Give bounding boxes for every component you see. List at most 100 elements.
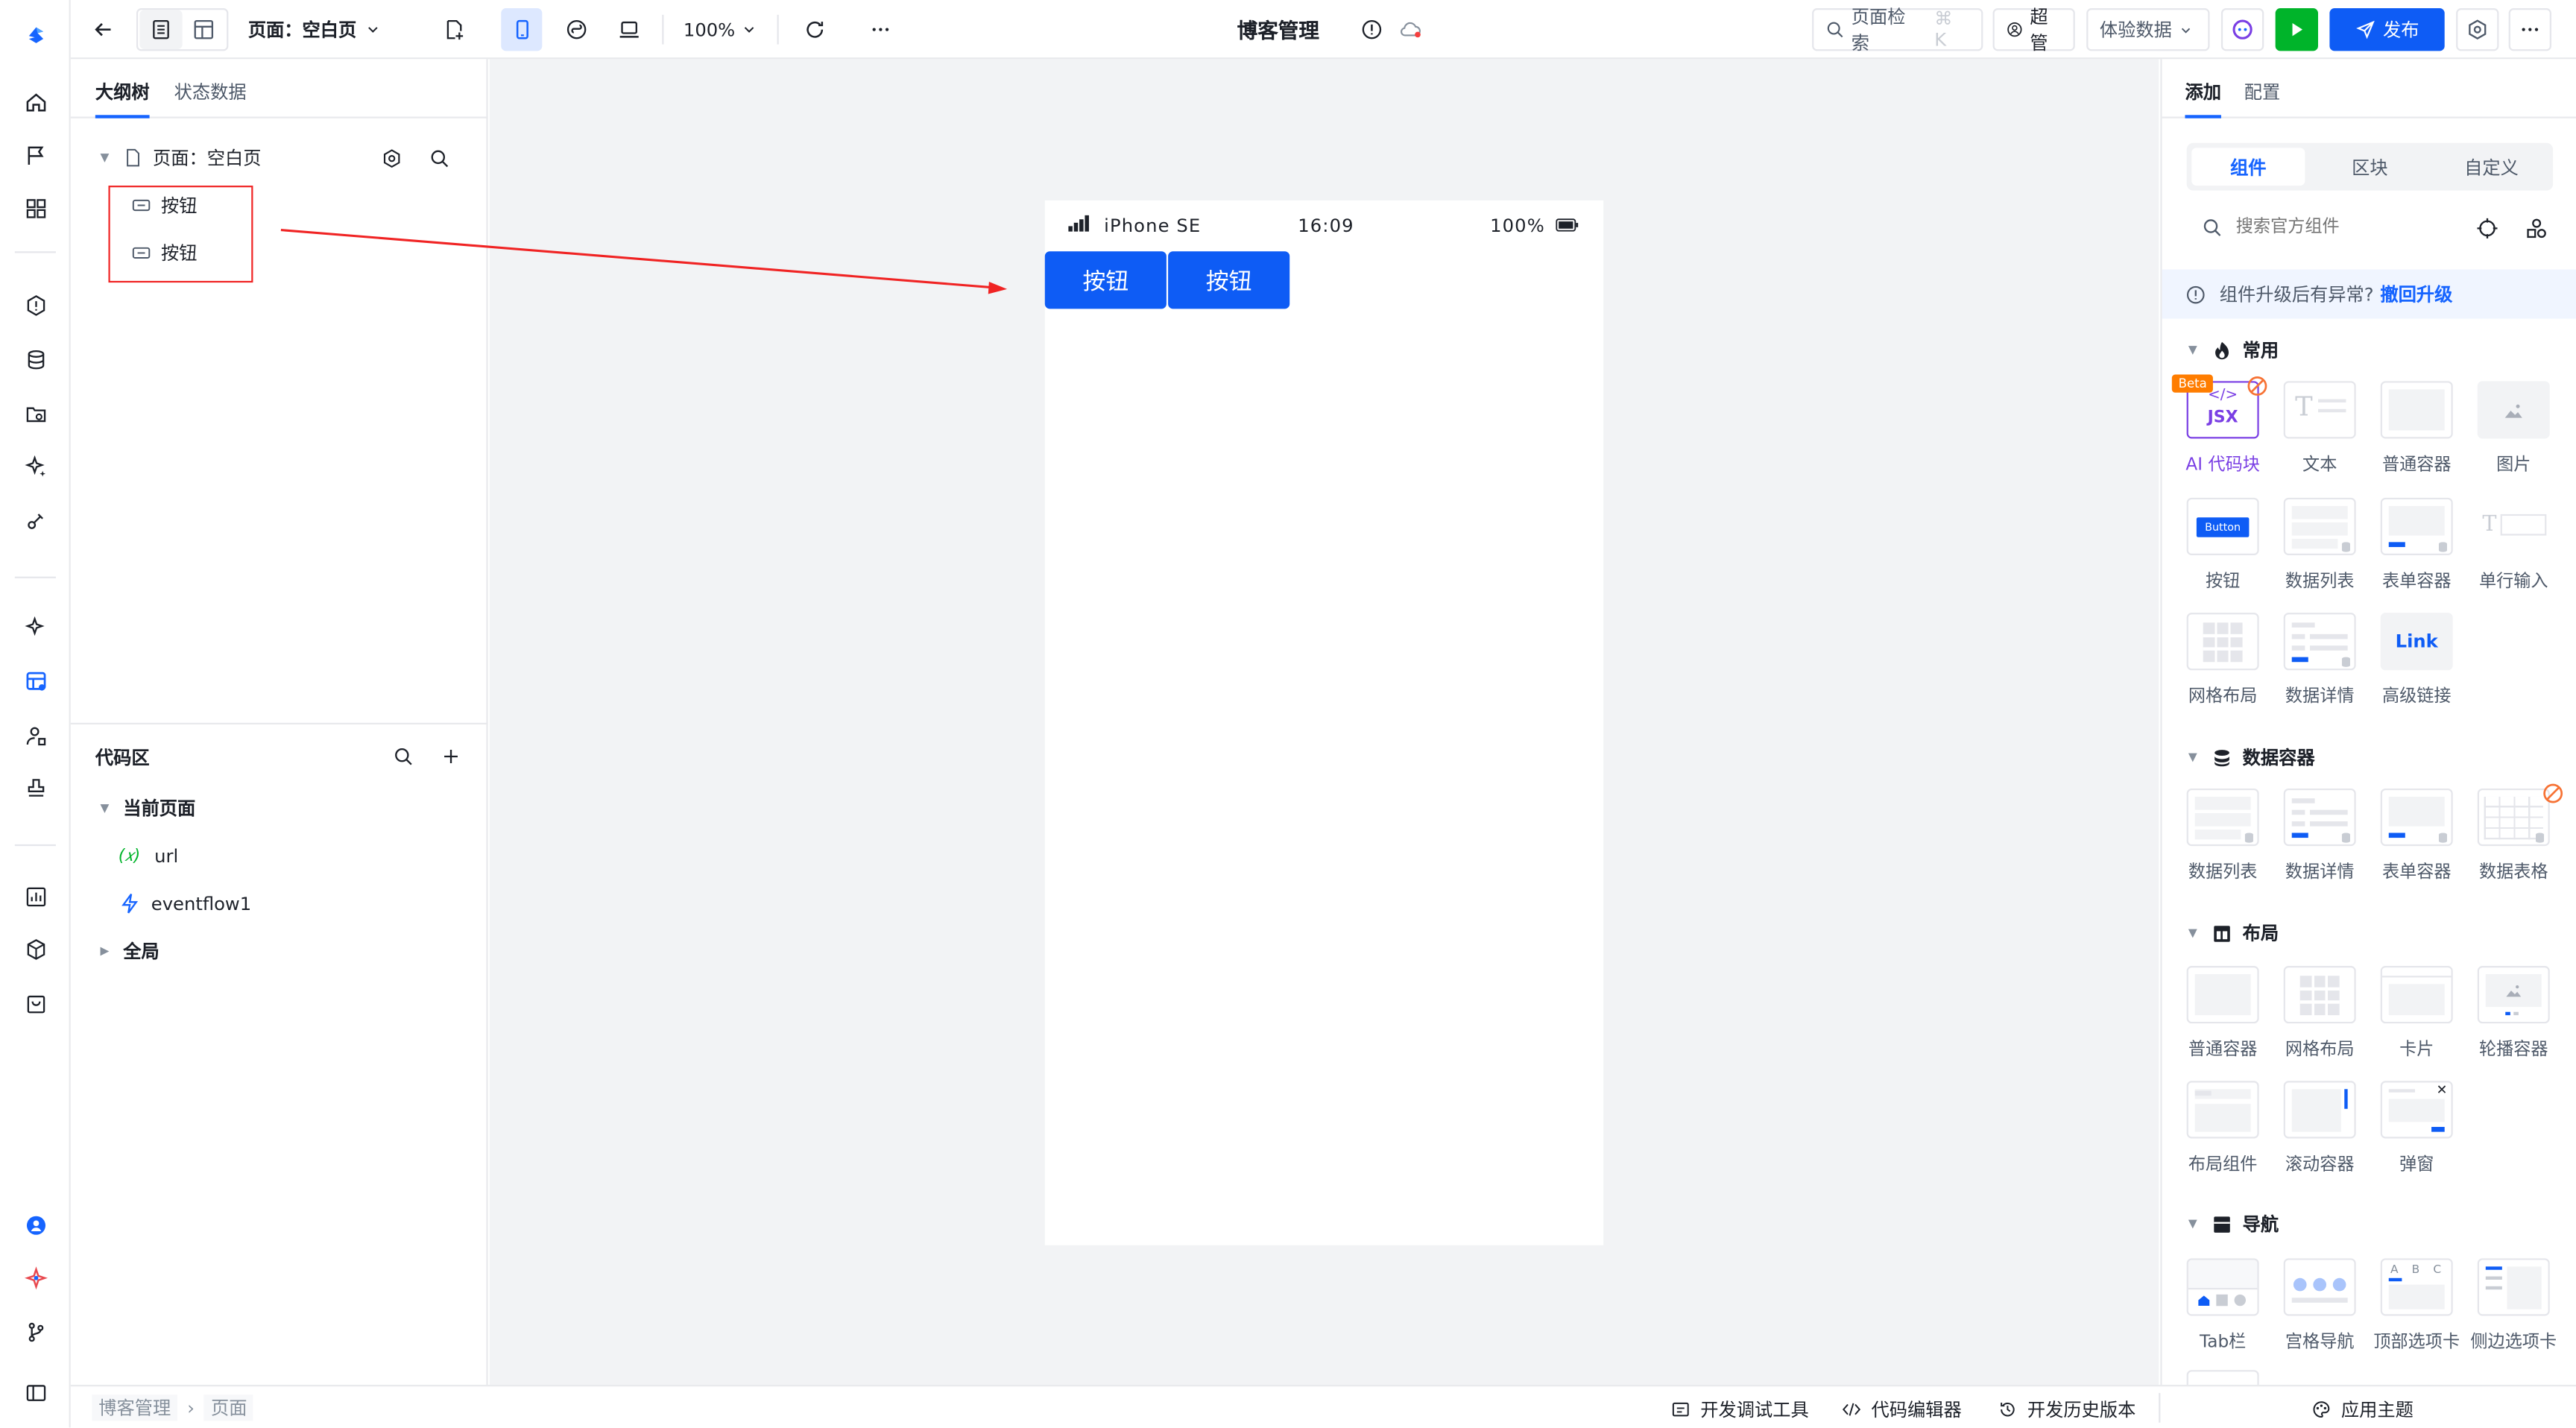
phone-preview[interactable]: iPhone SE 16:09 100% 按钮 按钮 [1044,200,1604,1245]
page-selector[interactable]: 页面：空白页 [248,8,382,51]
breadcrumb-app[interactable]: 博客管理 [92,1394,178,1421]
segment-blocks[interactable]: 区块 [2313,148,2426,186]
cloud-sync-status[interactable] [1395,8,1427,51]
dev-tools-button[interactable]: 开发调试工具 [1671,1396,1809,1422]
sparkle-icon[interactable] [19,450,51,481]
component-button[interactable]: Button 按钮 [2175,497,2267,600]
tab-config[interactable]: 配置 [2244,79,2280,105]
caret-down-icon[interactable]: ▼ [2188,1217,2202,1230]
variable-url[interactable]: (𝑥) url [119,841,179,871]
sidebar-toggle-icon[interactable] [19,1377,51,1408]
more-options-button[interactable] [2508,8,2551,51]
component-market-icon[interactable] [2525,217,2548,240]
rollback-upgrade-link[interactable]: 撤回升级 [2380,281,2452,307]
component-advanced-link[interactable]: Link 高级链接 [2369,613,2460,715]
component-grid-layout[interactable]: 网格布局 [2272,966,2364,1068]
analytics-icon[interactable] [19,880,51,912]
miniprogram-view-button[interactable] [555,8,596,51]
user-avatar-icon[interactable] [19,1209,51,1240]
stamp-icon[interactable] [19,772,51,803]
page-design-icon[interactable] [19,666,51,697]
ai-assistant-button[interactable] [2220,8,2264,51]
caret-right-icon[interactable]: ▶ [100,944,113,958]
tab-outline-tree[interactable]: 大纲树 [95,79,150,105]
caret-down-icon[interactable]: ▼ [2188,751,2202,764]
component-side-tabs[interactable]: 侧边选项卡 [2466,1258,2557,1360]
code-editor-button[interactable]: 代码编辑器 [1842,1396,1962,1422]
component-data-list[interactable]: 数据列表 [2175,788,2267,891]
caret-down-icon[interactable]: ▼ [100,151,113,165]
shopping-bag-icon[interactable] [19,988,51,1019]
layout-view-button[interactable] [183,10,225,49]
component-scroll-container[interactable]: 滚动容器 [2272,1081,2364,1183]
section-layout[interactable]: ▼ 布局 [2188,920,2279,946]
zoom-selector[interactable]: 100% [684,8,758,51]
hexagon-info-icon[interactable] [19,289,51,320]
component-form-container[interactable]: 表单容器 [2369,788,2460,891]
section-navigation[interactable]: ▼ 导航 [2188,1210,2279,1236]
tab-state-data[interactable]: 状态数据 [174,79,247,105]
caret-down-icon[interactable]: ▼ [2188,926,2202,940]
package-icon[interactable] [19,933,51,964]
component-card[interactable]: 卡片 [2369,966,2460,1068]
component-data-detail[interactable]: 数据详情 [2272,788,2364,891]
ai-sparkle-icon[interactable] [19,611,51,642]
app-theme-button[interactable]: 应用主题 [2311,1396,2414,1422]
component-single-input[interactable]: T 单行输入 [2466,497,2557,600]
global-group[interactable]: ▶ 全局 [100,936,159,966]
component-ai-code-block[interactable]: </> JSX Beta AI 代码块 [2171,374,2267,483]
component-data-list[interactable]: 数据列表 [2272,497,2364,600]
component-container[interactable]: 普通容器 [2369,381,2460,483]
component-grid-layout[interactable]: 网格布局 [2175,613,2267,715]
breadcrumb-page[interactable]: 页面 [204,1394,254,1421]
component-data-detail[interactable]: 数据详情 [2272,613,2364,715]
page-search-button[interactable]: 页面检索 ⌘ K [1812,7,1983,54]
component-data-table[interactable]: 数据表格 [2466,783,2563,891]
section-data-container[interactable]: ▼ 数据容器 [2188,744,2315,770]
desktop-view-button[interactable] [608,8,649,51]
tree-root-page[interactable]: ▼ 页面：空白页 [100,143,261,173]
design-canvas[interactable]: iPhone SE 16:09 100% 按钮 按钮 [489,59,2159,1386]
more-button[interactable] [861,8,900,51]
component-container[interactable]: 普通容器 [2175,966,2267,1068]
experience-data-dropdown[interactable]: 体验数据 [2086,8,2210,51]
component-tab-bar[interactable]: Tab栏 [2175,1258,2267,1360]
tab-add[interactable]: 添加 [2185,79,2220,105]
outline-settings-button[interactable] [376,143,406,173]
publish-button[interactable]: 发布 [2329,8,2445,51]
refresh-button[interactable] [795,8,835,51]
info-button[interactable] [1355,8,1388,51]
home-icon[interactable] [19,86,51,117]
locate-icon[interactable] [2476,217,2499,240]
add-page-button[interactable] [435,8,475,51]
component-search-input[interactable] [2235,212,2450,242]
preview-button[interactable] [2275,8,2318,51]
dev-history-button[interactable]: 开发历史版本 [1998,1396,2135,1422]
colorful-logo-icon[interactable] [19,1262,51,1293]
component-grid-nav[interactable]: 宫格导航 [2272,1258,2364,1360]
code-search-button[interactable] [388,741,417,771]
settings-button[interactable] [2456,8,2499,51]
component-text[interactable]: T 文本 [2272,381,2364,483]
caret-down-icon[interactable]: ▼ [2188,344,2202,357]
component-image[interactable]: 图片 [2466,381,2557,483]
component-layout[interactable]: 布局组件 [2175,1081,2267,1183]
git-branch-icon[interactable] [19,1315,51,1347]
apps-grid-icon[interactable] [19,192,51,224]
plugin-icon[interactable] [19,505,51,536]
eventflow-item[interactable]: eventflow1 [119,888,251,918]
back-button[interactable] [83,8,123,51]
folder-search-icon[interactable] [19,397,51,429]
section-common[interactable]: ▼ 常用 [2188,337,2279,363]
code-add-button[interactable] [435,741,465,771]
component-dialog[interactable]: ✕ 弹窗 [2369,1081,2460,1183]
phone-button-2[interactable]: 按钮 [1168,251,1290,309]
component-form-container[interactable]: 表单容器 [2369,497,2460,600]
phone-button-1[interactable]: 按钮 [1044,251,1167,309]
component-carousel[interactable]: 轮播容器 [2466,966,2557,1068]
users-icon[interactable] [19,719,51,751]
page-view-button[interactable] [139,10,183,50]
outline-search-button[interactable] [424,143,454,173]
component-top-tabs[interactable]: A B C 顶部选项卡 [2369,1258,2460,1360]
segment-components[interactable]: 组件 [2191,148,2305,186]
